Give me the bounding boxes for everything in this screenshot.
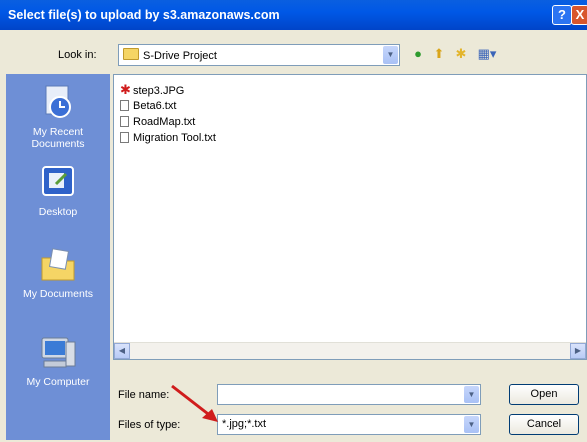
desktop-icon [38, 162, 78, 202]
place-label: Desktop [38, 206, 78, 218]
place-desktop[interactable]: Desktop [6, 162, 110, 218]
place-label: My Computer [26, 376, 90, 388]
my-computer-icon [38, 332, 78, 372]
horizontal-scrollbar[interactable]: ◀ ▶ [114, 342, 586, 359]
folder-icon [123, 48, 139, 60]
places-bar: My Recent Documents Desktop My Documents… [6, 74, 110, 440]
my-documents-icon [38, 244, 78, 284]
help-button[interactable]: ? [552, 5, 572, 25]
place-label: My Recent Documents [31, 126, 85, 150]
chevron-down-icon[interactable]: ▼ [464, 416, 479, 433]
open-button[interactable]: Open [509, 384, 579, 405]
file-item[interactable]: Migration Tool.txt [120, 131, 216, 145]
look-in-dropdown[interactable]: S-Drive Project ▼ [118, 44, 400, 66]
file-name-label: File name: [118, 389, 170, 401]
close-button[interactable]: X [571, 5, 587, 25]
text-file-icon [120, 132, 129, 143]
look-in-label: Look in: [58, 49, 97, 61]
image-file-icon: ✱ [120, 82, 131, 97]
chevron-down-icon[interactable]: ▼ [464, 386, 479, 403]
annotation-arrow-icon [171, 384, 218, 422]
place-label: My Documents [22, 288, 94, 300]
file-name-input[interactable]: ▼ [217, 384, 481, 405]
text-file-icon [120, 100, 129, 111]
file-list[interactable]: ✱ step3.JPG Beta6.txt RoadMap.txt Migrati… [113, 74, 587, 360]
text-file-icon [120, 116, 129, 127]
scroll-left-icon[interactable]: ◀ [114, 343, 130, 359]
view-menu-icon[interactable]: ▦▾ [476, 46, 498, 62]
my-recent-documents-icon [38, 82, 78, 122]
files-of-type-dropdown[interactable]: *.jpg;*.txt ▼ [217, 414, 481, 435]
title-bar[interactable]: Select file(s) to upload by s3.amazonaws… [0, 0, 587, 30]
scroll-right-icon[interactable]: ▶ [570, 343, 586, 359]
up-folder-icon[interactable]: ⬆ [431, 46, 447, 62]
place-my-recent-documents[interactable]: My Recent Documents [6, 82, 110, 150]
file-item[interactable]: RoadMap.txt [120, 115, 195, 129]
place-my-documents[interactable]: My Documents [6, 244, 110, 300]
new-folder-icon[interactable]: ✱ [452, 46, 470, 62]
back-icon[interactable]: ● [410, 46, 426, 62]
place-my-computer[interactable]: My Computer [6, 332, 110, 388]
file-item[interactable]: Beta6.txt [120, 99, 176, 113]
look-in-value: S-Drive Project [143, 50, 217, 62]
cancel-button[interactable]: Cancel [509, 414, 579, 435]
window-title: Select file(s) to upload by s3.amazonaws… [8, 8, 280, 22]
file-item[interactable]: ✱ step3.JPG [120, 82, 184, 98]
chevron-down-icon[interactable]: ▼ [383, 46, 398, 64]
